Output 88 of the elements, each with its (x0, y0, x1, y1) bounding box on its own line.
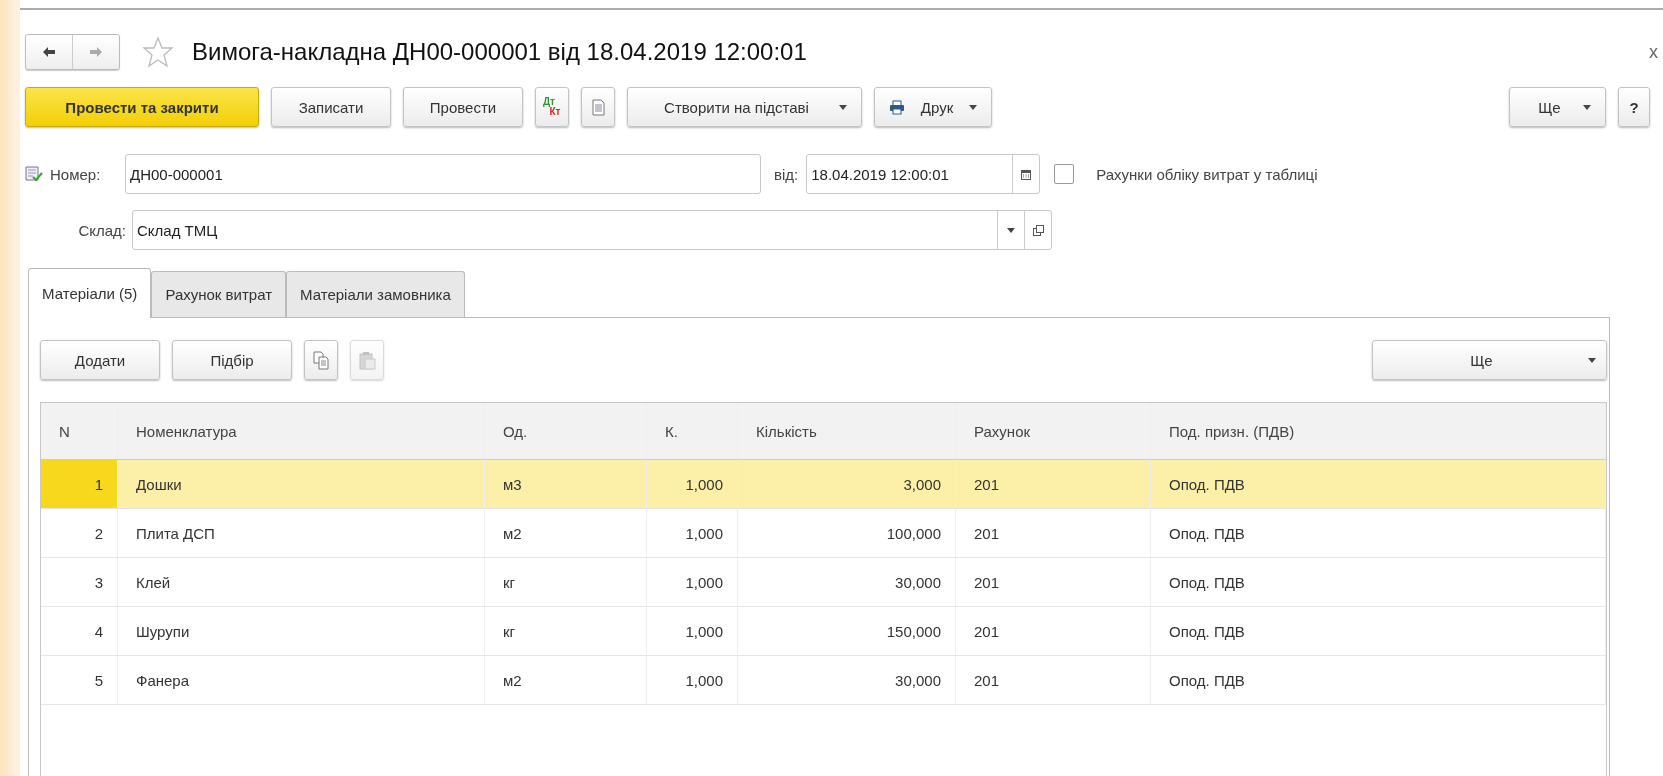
number-field[interactable]: ДН00-000001 (125, 154, 761, 194)
toolbar-dropdown-button[interactable]: Створити на підставі (627, 87, 862, 127)
table-cell: 201 (956, 656, 1151, 704)
column-header[interactable]: Номенклатура (118, 403, 485, 459)
table-row[interactable]: 1 Дошки м3 1,000 3,000 201 Опод. ПДВ (41, 460, 1606, 509)
forward-arrow-icon[interactable] (89, 46, 103, 58)
table-cell: Клей (118, 558, 485, 606)
table-cell: 1 (41, 460, 118, 508)
date-label: від: (774, 165, 799, 183)
calendar-icon (1021, 168, 1032, 180)
table-cell: 5 (41, 656, 118, 704)
post-and-close-button[interactable]: Провести та закрити (25, 87, 259, 127)
table-cell: Опод. ПДВ (1151, 607, 1606, 655)
table-cell: 201 (956, 460, 1151, 508)
checkbox-label: Рахунки обліку витрат у таблиці (1096, 165, 1318, 183)
table-cell: Опод. ПДВ (1151, 558, 1606, 606)
caret-icon (1583, 104, 1591, 110)
column-header[interactable]: Под. призн. (ПДВ) (1151, 403, 1606, 459)
tab[interactable]: Матеріали замовника (286, 271, 465, 317)
table-cell: 4 (41, 607, 118, 655)
open-icon (1032, 224, 1044, 236)
table-cell: 30,000 (738, 558, 956, 606)
table-cell: Шурупи (118, 607, 485, 655)
table-cell: кг (485, 607, 647, 655)
checkbox[interactable] (1054, 164, 1075, 184)
table-cell: 3 (41, 558, 118, 606)
column-header[interactable]: Кількість (738, 403, 956, 459)
table-cell: Опод. ПДВ (1151, 460, 1606, 508)
table-cell: 150,000 (738, 607, 956, 655)
caret-icon (969, 104, 977, 110)
table-cell: 201 (956, 607, 1151, 655)
table-cell: 2 (41, 509, 118, 557)
table-cell: Опод. ПДВ (1151, 509, 1606, 557)
postings-button[interactable]: Дт Кт (535, 87, 569, 127)
toolbar-button[interactable]: Записати (271, 87, 391, 127)
tab[interactable]: Матеріали (5) (28, 268, 152, 318)
column-header[interactable]: Рахунок (956, 403, 1151, 459)
number-label: Номер: (50, 165, 102, 183)
table-cell: Опод. ПДВ (1151, 656, 1606, 704)
warehouse-label: Склад: (77, 221, 126, 239)
table-cell: 100,000 (738, 509, 956, 557)
table-row[interactable]: 3 Клей кг 1,000 30,000 201 Опод. ПДВ (41, 558, 1606, 607)
table-dropdown-button[interactable]: Ще (1372, 340, 1607, 380)
column-header[interactable]: N (41, 403, 118, 459)
table-row[interactable]: 2 Плита ДСП м2 1,000 100,000 201 Опод. ПДВ (41, 509, 1606, 558)
toolbar-dropdown-button[interactable]: Ще (1509, 87, 1606, 127)
back-arrow-icon[interactable] (42, 46, 56, 58)
favorite-star-icon[interactable] (142, 36, 174, 68)
copy-icon (312, 350, 330, 370)
caret-icon (1007, 227, 1015, 233)
table-cell: 1,000 (647, 558, 738, 606)
tab[interactable]: Рахунок витрат (151, 271, 287, 317)
posted-document-icon (25, 165, 43, 183)
table-row[interactable]: 5 Фанера м2 1,000 30,000 201 Опод. ПДВ (41, 656, 1606, 705)
document-button[interactable] (581, 87, 615, 127)
table-cell: 30,000 (738, 656, 956, 704)
table-cell: 3,000 (738, 460, 956, 508)
caret-icon (1588, 357, 1596, 363)
print-button[interactable]: Друк (874, 87, 992, 127)
table-cell: 201 (956, 558, 1151, 606)
column-header[interactable]: К. (647, 403, 738, 459)
table-cell: 1,000 (647, 509, 738, 557)
date-field[interactable]: 18.04.2019 12:00:01 (806, 154, 1041, 194)
table-cell: м2 (485, 509, 647, 557)
table-row[interactable]: 4 Шурупи кг 1,000 150,000 201 Опод. ПДВ (41, 607, 1606, 656)
printer-icon (889, 99, 905, 115)
table-cell: Плита ДСП (118, 509, 485, 557)
copy-button[interactable] (304, 340, 338, 380)
clipboard-icon (358, 350, 376, 370)
column-header[interactable]: Од. (485, 403, 647, 459)
table-cell: Дошки (118, 460, 485, 508)
window-title: Вимога-накладна ДН00-000001 від 18.04.2019 12:00:01 (192, 38, 807, 66)
table-button[interactable]: Додати (40, 340, 160, 380)
warehouse-field[interactable]: Склад ТМЦ (132, 210, 1052, 250)
table-cell: м2 (485, 656, 647, 704)
caret-icon (839, 104, 847, 110)
document-icon (590, 98, 606, 116)
table-button[interactable]: Підбір (172, 340, 292, 380)
table-cell: 201 (956, 509, 1151, 557)
table-cell: м3 (485, 460, 647, 508)
table-cell: Фанера (118, 656, 485, 704)
table-cell: кг (485, 558, 647, 606)
toolbar-button[interactable]: Провести (403, 87, 523, 127)
table-cell: 1,000 (647, 656, 738, 704)
table-cell: 1,000 (647, 607, 738, 655)
close-button[interactable]: x (1649, 41, 1658, 63)
toolbar-button[interactable]: ? (1618, 87, 1650, 127)
table-cell: 1,000 (647, 460, 738, 508)
